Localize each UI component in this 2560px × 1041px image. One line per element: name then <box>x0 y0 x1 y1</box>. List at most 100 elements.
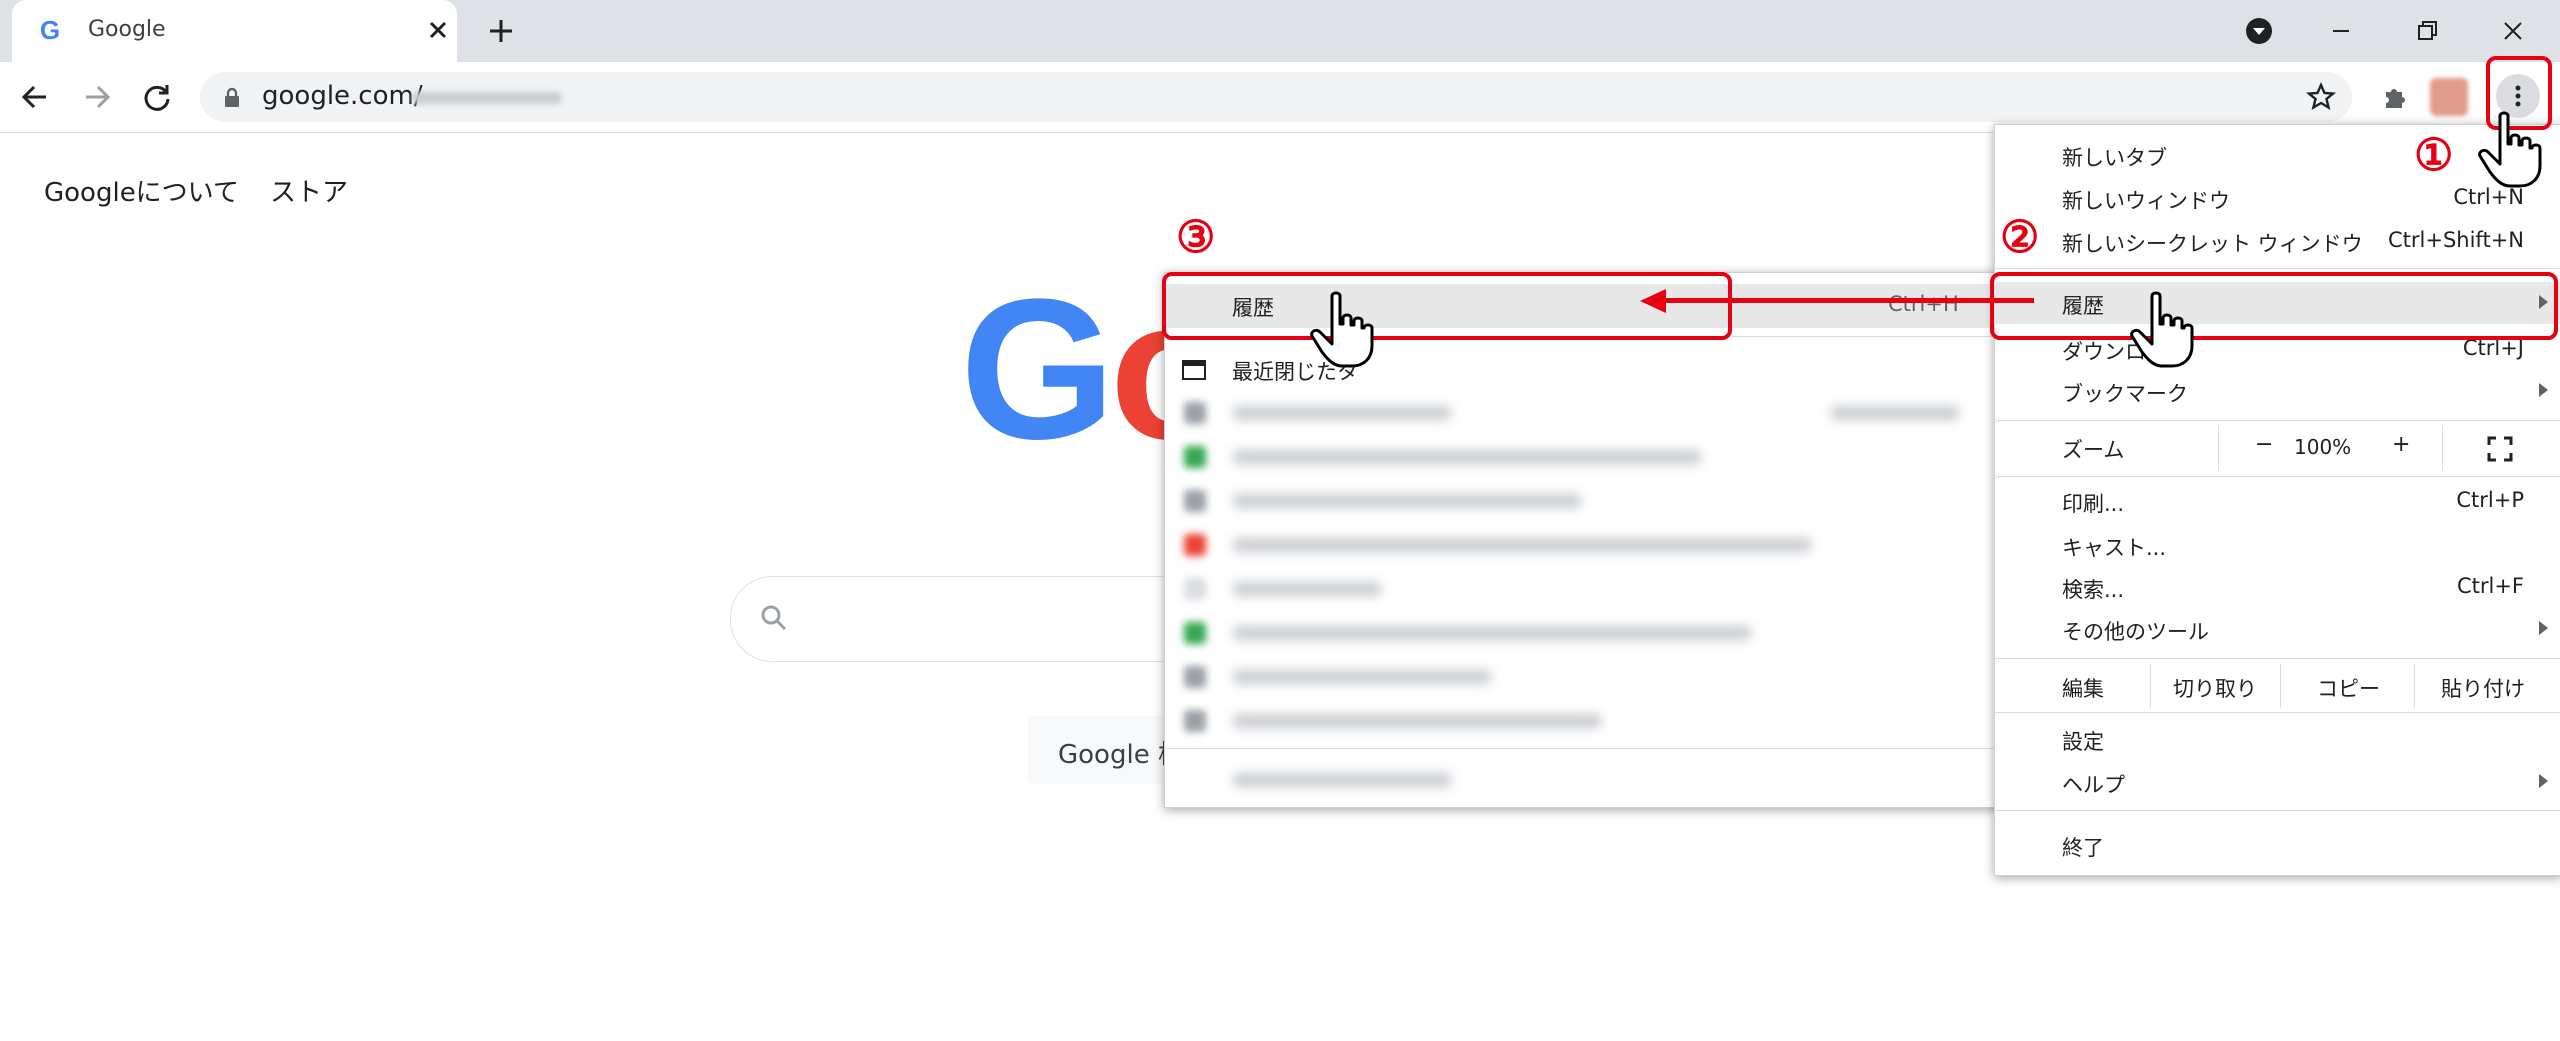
history-entry[interactable] <box>1232 713 1602 729</box>
history-entry-favicon <box>1184 578 1206 600</box>
url-path-blurred <box>412 92 562 104</box>
menu-separator <box>1994 476 2560 477</box>
cut-button[interactable]: 切り取り <box>2150 664 2281 708</box>
menu-item-settings[interactable]: 設定 <box>1994 718 2560 760</box>
profile-dropdown-icon[interactable] <box>2240 12 2278 50</box>
menu-item-label: キャスト... <box>2062 536 2167 560</box>
paste-button[interactable]: 貼り付け <box>2414 664 2560 708</box>
svg-text:G: G <box>40 15 60 45</box>
history-entry-favicon <box>1184 534 1206 556</box>
submenu-arrow-icon <box>2539 621 2548 635</box>
pointing-hand-icon <box>1310 291 1374 368</box>
history-entry[interactable] <box>1232 493 1582 509</box>
zoom-label: ズーム <box>2062 438 2125 462</box>
history-entry[interactable] <box>1232 772 1452 788</box>
history-entry-shortcut <box>1830 405 1960 421</box>
submenu-arrow-icon <box>2539 774 2548 788</box>
history-entry[interactable] <box>1232 669 1492 685</box>
menu-zoom-row: ズーム − 100% + <box>1994 426 2560 470</box>
paste-label: 貼り付け <box>2441 677 2525 701</box>
annotation-arrow-line <box>1660 298 2034 303</box>
history-entry-favicon <box>1184 666 1206 688</box>
store-link[interactable]: ストア <box>270 172 348 209</box>
history-entry[interactable] <box>1232 537 1812 553</box>
forward-arrow-icon[interactable] <box>78 78 116 116</box>
menu-item-label: その他のツール <box>2062 620 2209 644</box>
zoom-value: 100% <box>2294 435 2352 459</box>
history-entry[interactable] <box>1232 581 1382 597</box>
menu-item-bookmarks[interactable]: ブックマーク <box>1994 370 2560 412</box>
search-icon <box>761 605 787 631</box>
menu-item-print[interactable]: 印刷... Ctrl+P <box>1994 480 2560 522</box>
menu-item-shortcut: Ctrl+Shift+N <box>2388 228 2524 252</box>
menu-edit-row: 編集 切り取り コピー 貼り付け <box>1994 664 2560 708</box>
about-google-link[interactable]: Googleについて <box>44 172 239 209</box>
menu-item-label: ブックマーク <box>2062 382 2188 406</box>
zoom-out-label: − <box>2255 432 2274 457</box>
recent-tab-window-icon <box>1182 360 1206 380</box>
history-shortcut: Ctrl+H <box>1888 292 1959 316</box>
history-entry-favicon <box>1184 622 1206 644</box>
history-entry-favicon <box>1184 490 1206 512</box>
url-text[interactable]: google.com/ <box>262 81 423 111</box>
fullscreen-icon <box>2487 436 2513 462</box>
pointing-hand-icon <box>2478 111 2542 188</box>
profile-avatar[interactable] <box>2430 78 2468 116</box>
menu-item-more-tools[interactable]: その他のツール <box>1994 608 2560 650</box>
annotation-step-3: ③ <box>1176 212 1216 263</box>
menu-item-shortcut: Ctrl+F <box>2456 574 2524 598</box>
back-arrow-icon[interactable] <box>16 78 54 116</box>
close-tab-icon[interactable] <box>422 14 454 46</box>
menu-separator <box>1994 658 2560 659</box>
history-submenu-separator <box>1164 748 2000 749</box>
menu-item-cast[interactable]: キャスト... <box>1994 524 2560 566</box>
menu-item-label: 新しいタブ <box>2062 146 2167 170</box>
menu-separator <box>1994 420 2560 421</box>
menu-item-label: 印刷... <box>2062 492 2125 516</box>
cut-label: 切り取り <box>2173 677 2257 701</box>
menu-item-label: 終了 <box>2062 836 2104 860</box>
menu-separator <box>1994 712 2560 713</box>
new-tab-icon[interactable] <box>484 14 518 48</box>
menu-separator <box>1994 810 2560 811</box>
annotation-step-1: ① <box>2414 130 2454 181</box>
submenu-arrow-icon <box>2539 383 2548 397</box>
menu-item-label: ヘルプ <box>2062 773 2125 797</box>
menu-item-shortcut: Ctrl+P <box>2456 488 2524 512</box>
logo-letter-g: G <box>960 258 1116 481</box>
copy-button[interactable]: コピー <box>2280 664 2415 708</box>
restore-icon[interactable] <box>2408 12 2446 50</box>
menu-item-new-incognito-window[interactable]: 新しいシークレット ウィンドウ Ctrl+Shift+N <box>1994 220 2560 262</box>
menu-item-label: 設定 <box>2062 730 2104 754</box>
menu-item-label: 新しいシークレット ウィンドウ <box>2062 232 2363 256</box>
lock-icon[interactable] <box>220 86 244 110</box>
annotation-box-history-item <box>1990 272 2558 340</box>
pointing-hand-icon <box>2130 291 2194 368</box>
menu-separator <box>1994 268 2560 269</box>
annotation-step-2: ② <box>2000 212 2040 263</box>
history-entry-favicon <box>1184 402 1206 424</box>
reload-icon[interactable] <box>138 78 176 116</box>
menu-item-label: 検索... <box>2062 578 2125 602</box>
extensions-puzzle-icon[interactable] <box>2376 78 2414 116</box>
menu-item-exit[interactable]: 終了 <box>1994 824 2560 866</box>
menu-item-find[interactable]: 検索... Ctrl+F <box>1994 566 2560 608</box>
history-entry[interactable] <box>1232 449 1702 465</box>
history-entry-favicon <box>1184 710 1206 732</box>
bookmark-star-icon[interactable] <box>2302 78 2340 116</box>
window-close-icon[interactable] <box>2494 12 2532 50</box>
fullscreen-button[interactable] <box>2442 426 2560 470</box>
minimize-icon[interactable] <box>2322 12 2360 50</box>
annotation-arrow-head-icon <box>1640 289 1666 313</box>
tab-google[interactable]: G Google <box>12 0 457 62</box>
history-entry[interactable] <box>1232 405 1452 421</box>
zoom-in-button[interactable]: + <box>2392 432 2410 457</box>
history-entry-favicon <box>1184 446 1206 468</box>
google-favicon-icon: G <box>40 15 60 45</box>
menu-item-label: 新しいウィンドウ <box>2062 189 2230 213</box>
edit-label: 編集 <box>2062 677 2104 701</box>
menu-item-help[interactable]: ヘルプ <box>1994 761 2560 803</box>
history-entry[interactable] <box>1232 625 1752 641</box>
tab-title: Google <box>88 17 166 42</box>
copy-label: コピー <box>2317 677 2380 701</box>
